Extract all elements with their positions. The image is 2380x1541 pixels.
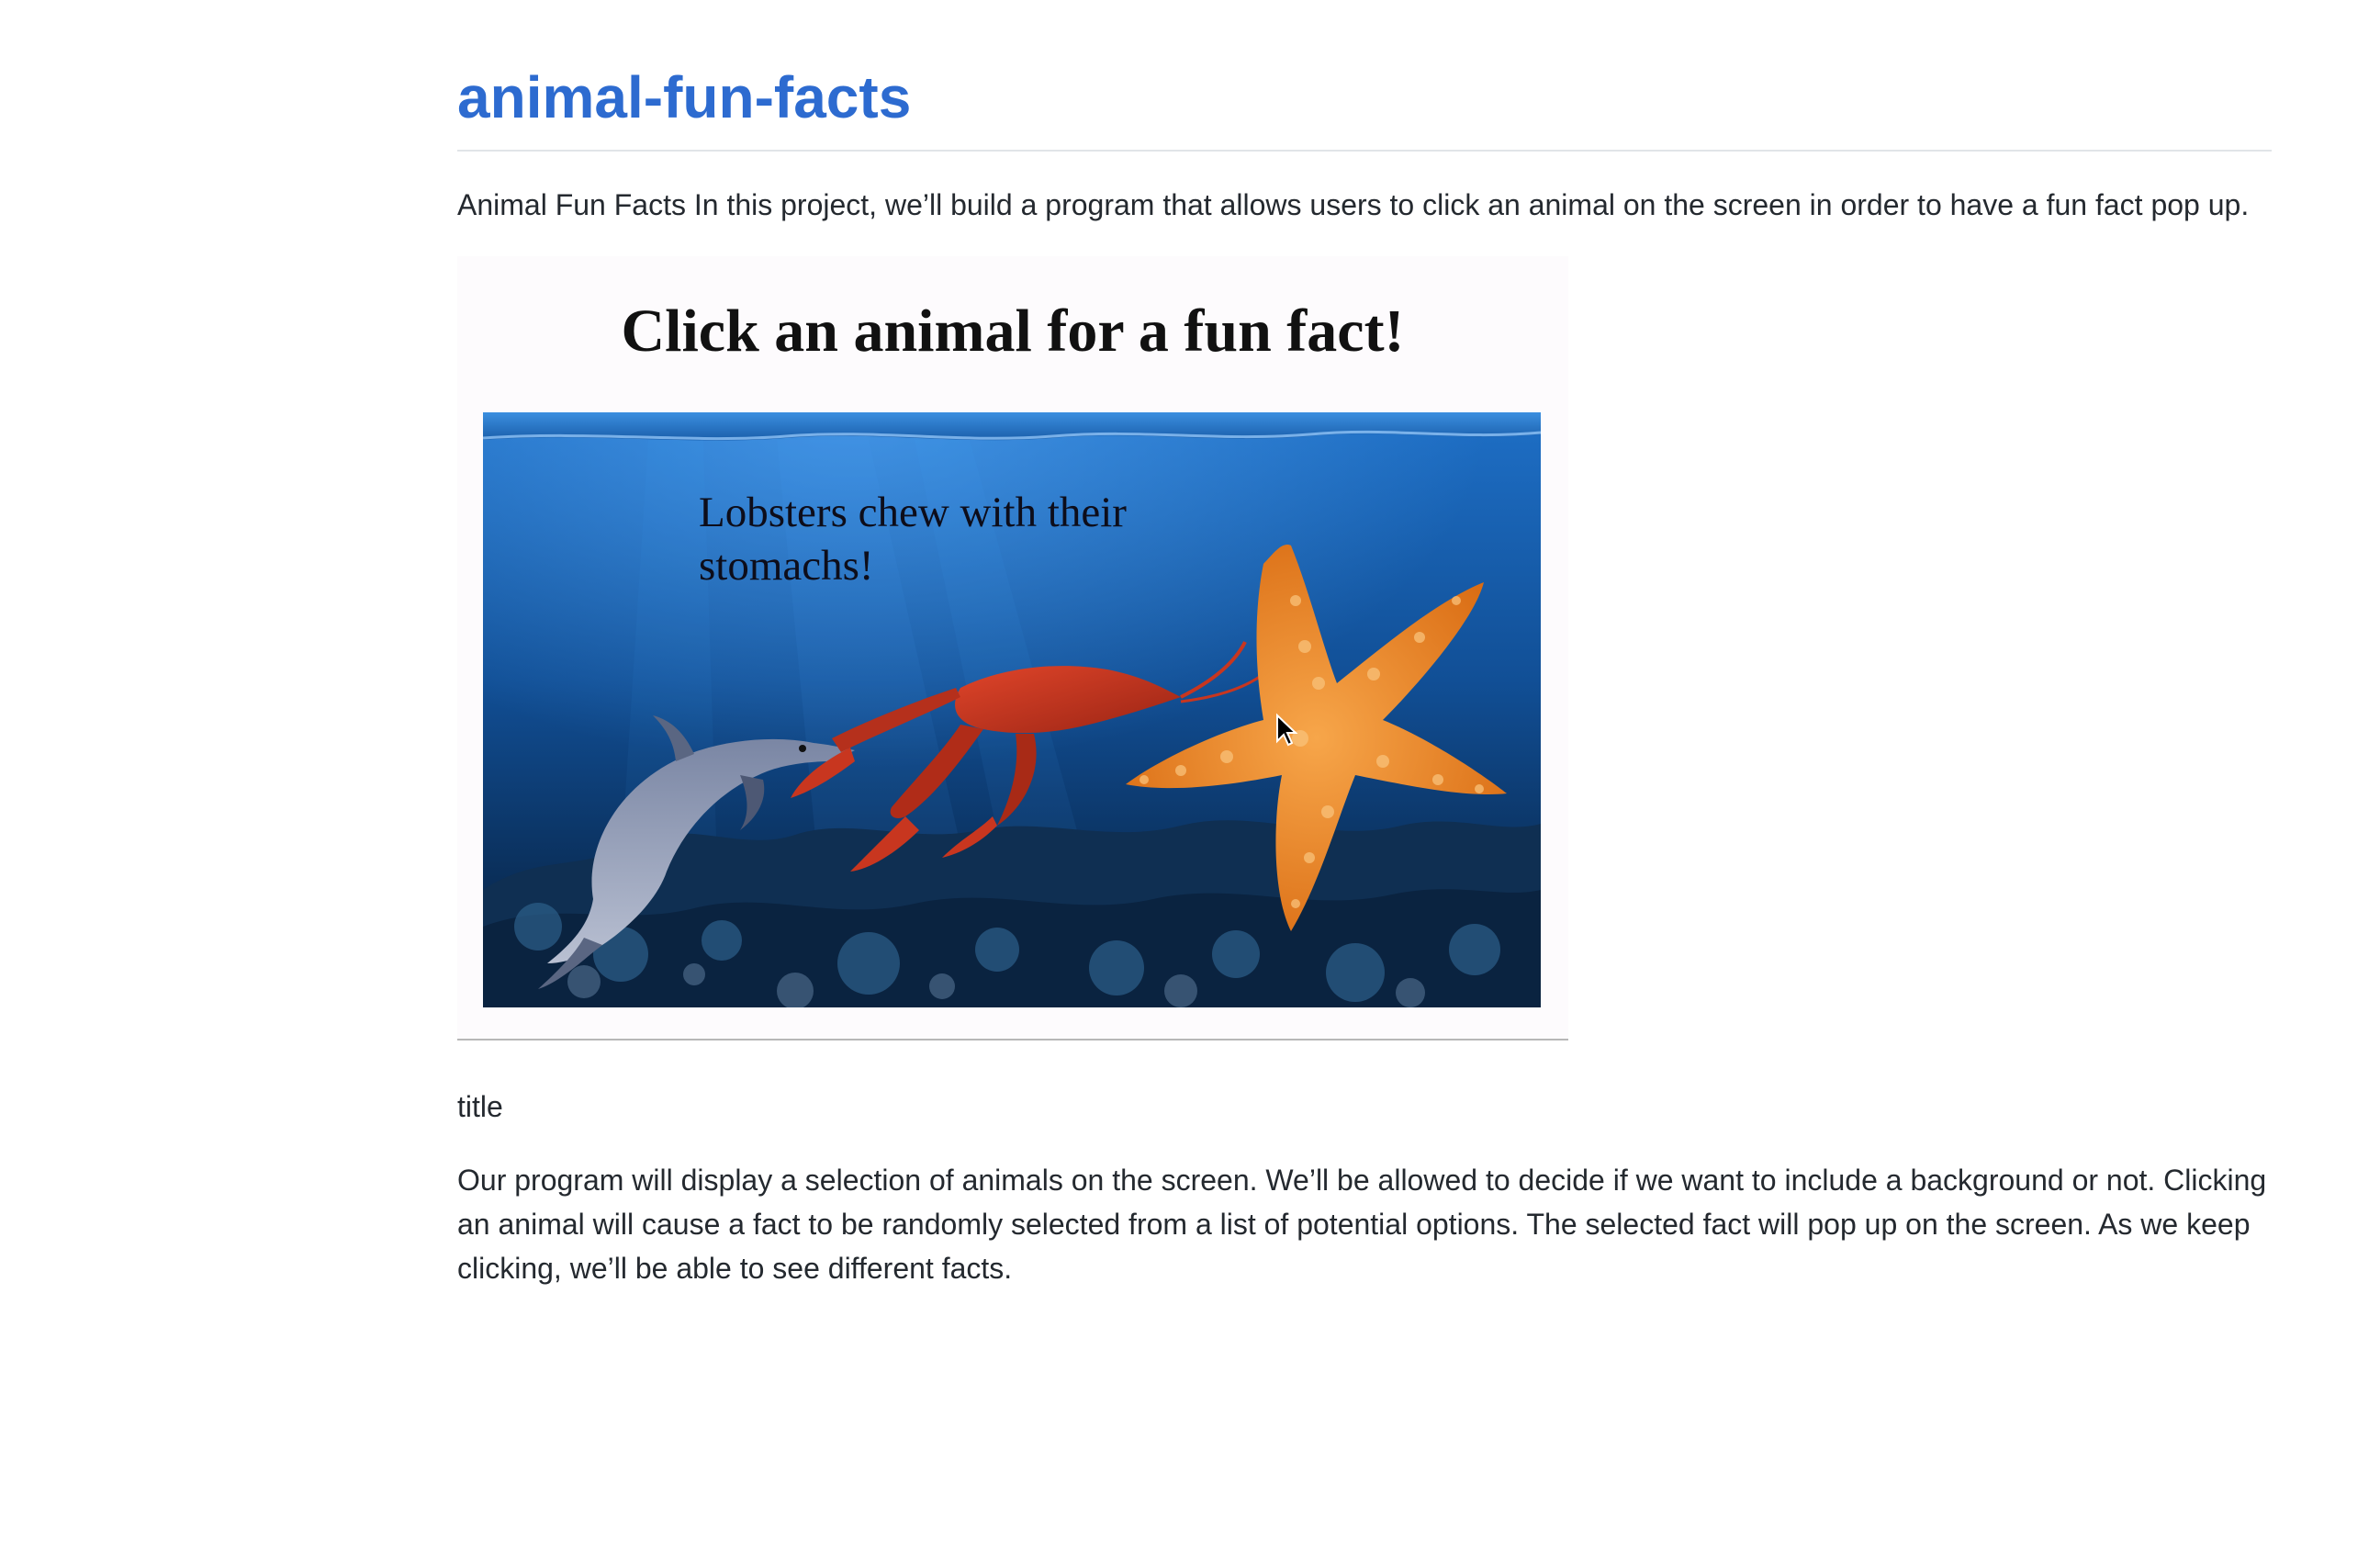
description-paragraph: Our program will display a selection of … [457,1164,2267,1285]
underwater-scene: Lobsters chew with their stomachs! [483,412,1541,1007]
image-caption: title [457,1090,503,1123]
page-title-link[interactable]: animal-fun-facts [457,64,911,130]
page-title: animal-fun-facts [457,0,2272,152]
demo-gif-image: Click an animal for a fun fact! Lobsters… [457,256,1568,1040]
readme-content: animal-fun-facts Animal Fun Facts In thi… [457,0,2272,1290]
intro-paragraph: Animal Fun Facts In this project, we’ll … [457,188,2250,221]
demo-heading: Click an animal for a fun fact! [621,298,1405,365]
fun-fact-text: Lobsters chew with their stomachs! [699,489,1127,590]
